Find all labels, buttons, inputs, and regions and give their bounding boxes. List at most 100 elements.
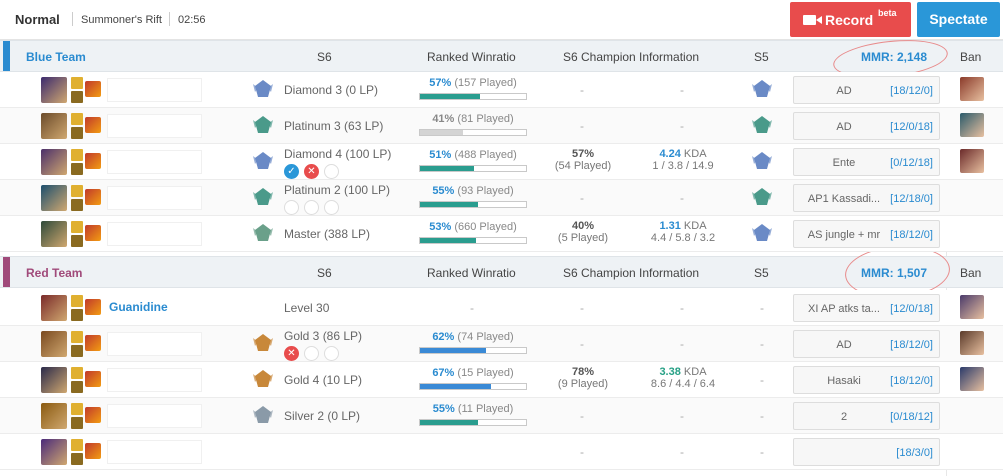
ranked-winratio: 53% (660 Played)	[419, 221, 527, 233]
player-row: Gold 3 (86 LP) ✕ 62% (74 Played) - - - AD [18/1…	[0, 326, 1003, 362]
banned-champion-icon	[960, 295, 984, 319]
s5-empty: -	[760, 301, 764, 315]
kda-breakdown: 1 / 3.8 / 14.9	[652, 160, 714, 172]
champion-kda-empty: -	[680, 337, 684, 351]
winratio-bar-fill	[420, 130, 463, 135]
champion-winratio-percent: 57%	[571, 148, 595, 160]
champion-winratio-empty: -	[580, 119, 584, 133]
tier-emblem-icon	[251, 186, 275, 208]
summoner-spell-icon	[71, 367, 83, 379]
note-kda: [18/12/0]	[890, 85, 933, 97]
champion-winratio-empty: -	[580, 337, 584, 351]
champion-note[interactable]: [18/3/0]	[793, 438, 940, 466]
banned-champion-icon	[960, 149, 984, 173]
beta-badge: beta	[878, 8, 897, 18]
summoner-spell-icon	[71, 439, 83, 451]
col-champ-info: S6 Champion Information	[563, 266, 700, 280]
winratio-bar	[419, 165, 527, 172]
banned-champion-icon	[960, 331, 984, 355]
summoner-spell-icon	[71, 185, 83, 197]
tier-emblem-icon	[251, 78, 275, 100]
champion-note[interactable]: AD [18/12/0]	[793, 330, 940, 358]
champion-icon[interactable]	[41, 77, 67, 103]
kda-ratio: 4.24	[659, 148, 681, 160]
champion-icon[interactable]	[41, 113, 67, 139]
champion-kda-empty: -	[680, 445, 684, 459]
games-played: (74 Played)	[457, 331, 514, 343]
red-team-stripe	[3, 257, 10, 287]
summoner-name-redacted	[107, 332, 202, 356]
champion-note[interactable]: AD [18/12/0]	[793, 76, 940, 104]
rank-text: Diamond 3 (0 LP)	[284, 83, 379, 97]
champion-icon[interactable]	[41, 403, 67, 429]
s5-tier-emblem-icon	[750, 186, 774, 208]
champion-winratio-empty: -	[580, 191, 584, 205]
champion-note[interactable]: XI AP atks ta... [12/0/18]	[793, 294, 940, 322]
champion-icon[interactable]	[41, 221, 67, 247]
summoner-spell-icon	[71, 331, 83, 343]
champion-note[interactable]: AP1 Kassadi... [12/18/0]	[793, 184, 940, 212]
winratio-percent: 53%	[429, 221, 452, 233]
champion-note[interactable]: Ente [0/12/18]	[793, 148, 940, 176]
header-divider	[72, 12, 73, 26]
s5-tier-emblem-icon	[750, 150, 774, 172]
rank-text: Gold 3 (86 LP)	[284, 329, 363, 343]
games-played: (488 Played)	[454, 149, 517, 161]
s5-empty: -	[760, 337, 764, 351]
champion-games: (54 Played)	[554, 160, 612, 172]
game-mode: Normal	[15, 12, 60, 27]
summoner-spell-icon	[71, 381, 83, 393]
winratio-percent: 51%	[429, 149, 452, 161]
s5-empty: -	[760, 445, 764, 459]
player-row: Guanidine Level 30 - - - - XI AP atks ta... [12…	[0, 290, 1003, 326]
rank-text: Master (388 LP)	[284, 227, 371, 241]
note-text: XI AP atks ta...	[808, 303, 880, 315]
s5-empty: -	[760, 373, 764, 387]
champion-icon[interactable]	[41, 295, 67, 321]
summoner-spell-icon	[71, 113, 83, 125]
winratio-percent: 57%	[429, 77, 452, 89]
champion-icon[interactable]	[41, 439, 67, 465]
summoner-spell-icon	[71, 77, 83, 89]
note-kda: [18/12/0]	[890, 339, 933, 351]
summoner-name[interactable]: Guanidine	[109, 300, 168, 314]
kda-label: KDA	[683, 220, 707, 232]
blue-team-stripe	[3, 41, 10, 71]
champion-icon[interactable]	[41, 149, 67, 175]
champion-winratio: 78% (9 Played)	[550, 366, 616, 390]
champion-note[interactable]: AS jungle + mr [18/12/0]	[793, 220, 940, 248]
champion-kda-empty: -	[680, 191, 684, 205]
champion-kda-empty: -	[680, 409, 684, 423]
col-ban: Ban	[960, 50, 982, 64]
winratio-bar	[419, 419, 527, 426]
summoner-spell-icon	[71, 221, 83, 233]
note-text: 2	[840, 411, 848, 423]
game-timer: 02:56	[178, 14, 206, 26]
col-s5: S5	[754, 266, 769, 280]
promo-game-indicator	[304, 346, 319, 361]
games-played: (15 Played)	[457, 367, 514, 379]
spectate-button[interactable]: Spectate	[917, 2, 1000, 37]
games-played: (157 Played)	[454, 77, 517, 89]
map-name: Summoner's Rift	[81, 14, 162, 26]
champion-winratio: 40% (5 Played)	[550, 220, 616, 244]
winratio-empty: -	[470, 301, 474, 315]
ranked-winratio: 57% (157 Played)	[419, 77, 527, 89]
record-button[interactable]: Record beta	[790, 2, 911, 37]
champion-games: (5 Played)	[557, 232, 609, 244]
player-row: Platinum 2 (100 LP) 55% (93 Played) - - AP1 …	[0, 180, 1003, 216]
summoner-name-redacted	[107, 404, 202, 428]
keystone-icon	[85, 153, 101, 169]
ranked-winratio: 67% (15 Played)	[419, 367, 527, 379]
champion-note[interactable]: Hasaki [18/12/0]	[793, 366, 940, 394]
note-text: AD	[836, 85, 852, 97]
champion-icon[interactable]	[41, 331, 67, 357]
winratio-bar-fill	[420, 166, 474, 171]
champion-winratio-empty: -	[580, 409, 584, 423]
champion-icon[interactable]	[41, 367, 67, 393]
kda-ratio: 1.31	[659, 220, 681, 232]
champion-note[interactable]: 2 [0/18/12]	[793, 402, 940, 430]
champion-note[interactable]: AD [12/0/18]	[793, 112, 940, 140]
summoner-name-redacted	[107, 78, 202, 102]
champion-icon[interactable]	[41, 185, 67, 211]
